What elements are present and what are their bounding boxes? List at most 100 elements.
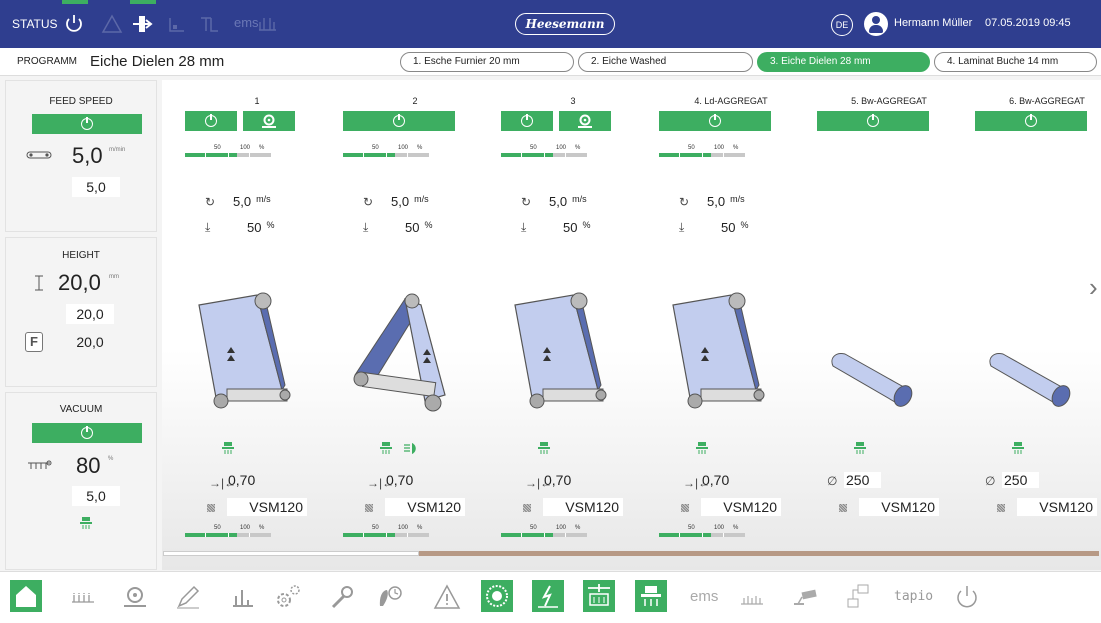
- height-setpoint[interactable]: 20,0: [66, 304, 114, 324]
- next-page-arrow[interactable]: ›: [1089, 272, 1098, 303]
- status-bar: STATUS ems Heesemann DE Hermann Müller 0…: [0, 0, 1101, 48]
- power-icon: [205, 114, 217, 127]
- program-tab-4[interactable]: 4. Laminat Buche 14 mm: [934, 52, 1097, 72]
- brush-unit-button[interactable]: [481, 580, 513, 612]
- load-level-bar: [343, 533, 429, 537]
- gap-value[interactable]: 0,70: [702, 472, 729, 488]
- time-nav-icon[interactable]: [375, 582, 405, 612]
- tapio-nav-label[interactable]: tapio: [894, 589, 933, 604]
- user-name: Hermann Müller: [894, 17, 973, 29]
- suction-unit-button[interactable]: [635, 580, 667, 612]
- gap-value[interactable]: 0,70: [544, 472, 571, 488]
- load-level-bar: [185, 153, 271, 157]
- feed-power-button[interactable]: [32, 114, 142, 134]
- scrollbar-thumb[interactable]: [163, 551, 419, 556]
- feed-speed-title: FEED SPEED: [49, 96, 113, 107]
- roller-nav-icon[interactable]: [120, 582, 150, 612]
- belt-speed-value[interactable]: 5,0: [547, 194, 570, 209]
- feed-status-icon[interactable]: [130, 0, 156, 36]
- belt-grit[interactable]: VSM120: [1017, 498, 1097, 516]
- gap-value[interactable]: 0,70: [386, 472, 413, 488]
- power-off-icon[interactable]: [952, 582, 982, 612]
- aggregate-roller-button[interactable]: [559, 111, 611, 131]
- belt-speed-value[interactable]: 5,0: [231, 194, 254, 209]
- warning-status-icon[interactable]: [100, 12, 124, 36]
- pressure-value[interactable]: 50: [547, 220, 580, 235]
- program-tab-2[interactable]: 2. Eiche Washed: [578, 52, 753, 72]
- vacuum-setpoint[interactable]: 5,0: [72, 486, 120, 506]
- power-icon: [709, 114, 721, 127]
- belt-speed-unit: m/s: [730, 194, 745, 204]
- vacuum-nav-icon[interactable]: [68, 582, 98, 612]
- power-icon: [81, 426, 93, 439]
- warning-nav-icon[interactable]: [432, 582, 462, 612]
- pressure-value[interactable]: 50: [705, 220, 738, 235]
- f-icon[interactable]: F: [25, 332, 43, 352]
- bar-pct-label: %: [417, 525, 423, 531]
- suction-icon: [380, 442, 392, 454]
- belt-grit[interactable]: VSM120: [701, 498, 781, 516]
- power-status-icon[interactable]: [62, 0, 88, 36]
- aggregate-power-button[interactable]: [185, 111, 237, 131]
- aggregate-roller-button[interactable]: [243, 111, 295, 131]
- bar-mid-label: 50: [372, 145, 379, 151]
- pressure-value[interactable]: 50: [389, 220, 422, 235]
- suction-icon: [854, 442, 866, 454]
- aggregate-power-button[interactable]: [975, 111, 1087, 131]
- diameter-icon: ∅: [827, 474, 838, 488]
- belt-speed-value[interactable]: 5,0: [389, 194, 412, 209]
- bar-max-label: 100: [398, 145, 409, 151]
- suction-icon: [222, 442, 234, 454]
- belt-speed-icon: ↻: [679, 195, 690, 209]
- ems-nav-label[interactable]: ems: [690, 588, 718, 605]
- program-tab-3[interactable]: 3. Eiche Dielen 28 mm: [757, 52, 930, 72]
- belt-grit[interactable]: VSM120: [385, 498, 465, 516]
- belt-speed-icon: ↻: [363, 195, 374, 209]
- belt-grit-icon: [839, 504, 847, 512]
- belt-speed: 5,0 m/s: [547, 194, 587, 209]
- feed-speed-setpoint[interactable]: 5,0: [72, 177, 120, 197]
- pressure-unit: %: [740, 220, 749, 230]
- pressure-value[interactable]: 50: [231, 220, 264, 235]
- camera-nav-icon[interactable]: [790, 582, 820, 612]
- ems-status[interactable]: ems: [234, 15, 259, 30]
- aggregate-power-button[interactable]: [817, 111, 929, 131]
- aggregate-power-button[interactable]: [501, 111, 553, 131]
- belt-grit-icon: [207, 504, 215, 512]
- network-nav-icon[interactable]: [843, 582, 873, 612]
- diameter-value[interactable]: 250: [844, 472, 882, 488]
- edit-nav-icon[interactable]: [173, 582, 203, 612]
- belt-grit[interactable]: VSM120: [859, 498, 939, 516]
- user-avatar-icon[interactable]: [864, 12, 888, 36]
- home-button[interactable]: [10, 580, 42, 612]
- load-level-fill: [659, 153, 711, 157]
- aggregate-power-button[interactable]: [343, 111, 455, 131]
- load-level-fill: [343, 153, 395, 157]
- belt-speed-value[interactable]: 5,0: [705, 194, 728, 209]
- date-time: 07.05.2019 09:45: [985, 17, 1071, 29]
- belt-speed: 5,0 m/s: [389, 194, 429, 209]
- aggregate-title: 6. Bw-AGGREGAT: [1009, 96, 1085, 106]
- belt-speed-icon: ↻: [205, 195, 216, 209]
- vacuum-power-button[interactable]: [32, 423, 142, 443]
- height-status-icon[interactable]: [165, 12, 189, 36]
- vacuum-status-icon[interactable]: [256, 12, 280, 36]
- belt-grit[interactable]: VSM120: [543, 498, 623, 516]
- language-button[interactable]: DE: [831, 14, 853, 36]
- aggregate-power-button[interactable]: [659, 111, 771, 131]
- aggregate-area: [162, 80, 1101, 570]
- sanding-unit-graphic: [661, 285, 771, 420]
- vacuum-unit-button[interactable]: [583, 580, 615, 612]
- blow-unit-button[interactable]: [532, 580, 564, 612]
- settings-nav-icon[interactable]: [272, 582, 302, 612]
- service-wrench-icon[interactable]: [327, 582, 357, 612]
- gap-value[interactable]: 0,70: [228, 472, 255, 488]
- unit-status-icon[interactable]: [198, 12, 222, 36]
- height-unit: mm: [109, 274, 119, 280]
- belt-grit[interactable]: VSM120: [227, 498, 307, 516]
- dust-extraction-icon[interactable]: [737, 582, 767, 612]
- program-tab-1[interactable]: 1. Esche Furnier 20 mm: [400, 52, 574, 72]
- diameter-value[interactable]: 250: [1002, 472, 1040, 488]
- statistics-nav-icon[interactable]: [227, 582, 257, 612]
- bar-mid-label: 50: [530, 525, 537, 531]
